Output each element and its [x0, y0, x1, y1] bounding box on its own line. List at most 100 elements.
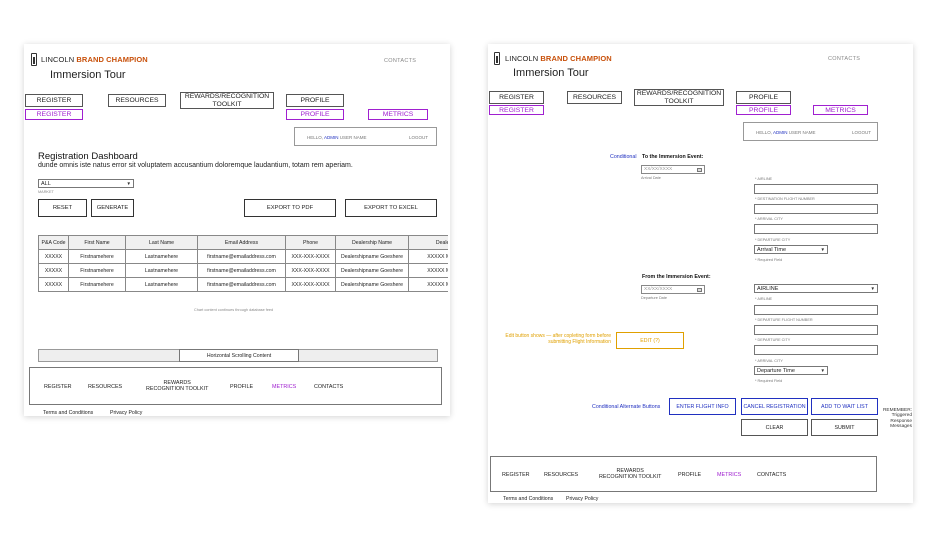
edit-button-note: Edit button shows — after copleting form… [505, 333, 611, 345]
export-excel-button[interactable]: EXPORT TO EXCEL [345, 199, 437, 217]
airline-label: * AIRLINE [755, 177, 773, 181]
chart-continues-note: Chart content continues through database… [194, 308, 274, 312]
airline-input[interactable] [754, 184, 878, 194]
nav-register-button[interactable]: REGISTER [25, 94, 83, 107]
column-header[interactable]: Email Address [197, 235, 286, 250]
footer-toolkit-link[interactable]: REWARDS RECOGNITION TOOLKIT [146, 380, 208, 392]
calendar-icon[interactable] [697, 287, 702, 292]
nav-profile-button[interactable]: PROFILE [736, 91, 791, 104]
registration-dashboard-panel: LINCOLN BRAND CHAMPION Immersion Tour CO… [24, 44, 450, 416]
conditional-alternate-buttons-label: Conditional Alternate Buttons [592, 404, 661, 410]
generate-button[interactable]: GENERATE [91, 199, 134, 217]
contacts-link[interactable]: CONTACTS [384, 58, 416, 64]
airline-select[interactable]: AIRLINE ▼ [754, 284, 878, 293]
footer-resources-link[interactable]: RESOURCES [544, 472, 578, 479]
footer-contacts-link[interactable]: CONTACTS [757, 472, 786, 479]
dashboard-title: Registration Dashboard [38, 151, 138, 162]
nav-register-button[interactable]: REGISTER [489, 91, 544, 104]
departure-time-select[interactable]: Departure Time ▼ [754, 366, 828, 375]
registrations-table: P&A Code First Name Last Name Email Addr… [38, 235, 448, 292]
footer-nav: REGISTER RESOURCES REWARDS RECOGNITION T… [29, 367, 442, 405]
footer-register-link[interactable]: REGISTER [502, 472, 530, 479]
add-to-wait-list-button[interactable]: ADD TO WAIT LIST [811, 398, 878, 415]
privacy-link[interactable]: Privacy Policy [110, 410, 142, 416]
table-row[interactable]: XXXXX Firstnamehere Lastnamehere firstname@… [38, 263, 448, 278]
table-header-row: P&A Code First Name Last Name Email Addr… [38, 235, 448, 250]
logout-link[interactable]: LOGOUT [409, 135, 428, 140]
user-greeting-box: HELLO, ADMIN USER NAME LOGOUT [743, 122, 878, 141]
arrival-city-input[interactable] [754, 224, 878, 234]
arrival-city-label: * ARRIVAL CITY [755, 217, 783, 221]
nav-metrics-button[interactable]: METRICS [813, 105, 868, 115]
calendar-icon[interactable] [697, 167, 702, 172]
table-row[interactable]: XXXXX Firstnamehere Lastnamehere firstname@… [38, 277, 448, 292]
column-header[interactable]: Last Name [125, 235, 198, 250]
scrollbar-thumb[interactable]: Horizontal Scrolling Content [179, 349, 299, 362]
chevron-down-icon: ▼ [870, 286, 875, 291]
cancel-registration-button[interactable]: CANCEL REGISTRATION [741, 398, 808, 415]
nav-toolkit-button[interactable]: REWARDS/RECOGNITION TOOLKIT [180, 92, 274, 109]
destination-flight-number-input[interactable] [754, 204, 878, 214]
privacy-link[interactable]: Privacy Policy [566, 496, 598, 502]
footer-contacts-link[interactable]: CONTACTS [314, 384, 343, 391]
terms-link[interactable]: Terms and Conditions [43, 410, 93, 416]
column-header[interactable]: First Name [68, 235, 126, 250]
arrival-city-label: * ARRIVAL CITY [755, 359, 783, 363]
lincoln-logo-icon [494, 52, 500, 65]
brand-title: LINCOLN BRAND CHAMPION [41, 55, 148, 64]
table-row[interactable]: XXXXX Firstnamehere Lastnamehere firstname@… [38, 249, 448, 264]
footer-resources-link[interactable]: RESOURCES [88, 384, 122, 391]
nav-metrics-button[interactable]: METRICS [368, 109, 428, 120]
departure-city-label: * DEPARTURE CITY [755, 338, 791, 342]
departure-date-input[interactable]: XX/XX/XXXX [641, 285, 705, 294]
footer-toolkit-link[interactable]: REWARDS RECOGNITION TOOLKIT [599, 468, 661, 480]
destination-flight-number-label: * DESTINATION FLIGHT NUMBER [755, 197, 815, 201]
departure-date-label: Departure Date [641, 296, 667, 300]
departure-flight-number-input[interactable] [754, 325, 878, 335]
arrival-date-label: Arrival Date [641, 176, 661, 180]
export-pdf-button[interactable]: EXPORT TO PDF [244, 199, 336, 217]
registrations-table-viewport: P&A Code First Name Last Name Email Addr… [38, 235, 448, 293]
column-header[interactable]: Phone [285, 235, 336, 250]
logout-link[interactable]: LOGOUT [852, 130, 871, 135]
footer-metrics-link[interactable]: METRICS [717, 472, 741, 479]
footer-profile-link[interactable]: PROFILE [678, 472, 701, 479]
clear-button[interactable]: CLEAR [741, 419, 808, 436]
chevron-down-icon: ▼ [820, 247, 825, 252]
arrival-time-select[interactable]: Arrival Time ▼ [754, 245, 828, 254]
nav-resources-button[interactable]: RESOURCES [108, 94, 166, 107]
flight-info-panel: LINCOLN BRAND CHAMPION Immersion Tour CO… [488, 44, 913, 503]
column-header[interactable]: Dealership Name [335, 235, 409, 250]
conditional-label: Conditional [610, 154, 637, 160]
required-field-note: * Required Field [755, 379, 783, 383]
footer-register-link[interactable]: REGISTER [44, 384, 72, 391]
submit-button[interactable]: SUBMIT [811, 419, 878, 436]
footer-metrics-link[interactable]: METRICS [272, 384, 296, 391]
user-greeting-box: HELLO, ADMIN USER NAME LOGOUT [294, 127, 437, 146]
footer-nav: REGISTER RESOURCES REWARDS RECOGNITION T… [490, 456, 877, 492]
airline-label: * AIRLINE [755, 297, 773, 301]
arrival-date-input[interactable]: XX/XX/XXXX [641, 165, 705, 174]
nav-register-active-button[interactable]: REGISTER [489, 105, 544, 115]
nav-profile-active-button[interactable]: PROFILE [286, 109, 344, 120]
reset-button[interactable]: RESET [38, 199, 87, 217]
enter-flight-info-button[interactable]: ENTER FLIGHT INFO [669, 398, 736, 415]
airline-input[interactable] [754, 305, 878, 315]
edit-button[interactable]: EDIT (?) [616, 332, 684, 349]
terms-link[interactable]: Terms and Conditions [503, 496, 553, 502]
column-header[interactable]: Dealer [408, 235, 448, 250]
nav-register-active-button[interactable]: REGISTER [25, 109, 83, 120]
footer-profile-link[interactable]: PROFILE [230, 384, 253, 391]
horizontal-scrollbar[interactable]: Horizontal Scrolling Content [38, 349, 438, 362]
nav-toolkit-button[interactable]: REWARDS/RECOGNITION TOOLKIT [634, 89, 724, 106]
to-event-heading: To the Immersion Event: [642, 154, 704, 160]
market-label: MARKET [38, 190, 54, 194]
market-select[interactable]: ALL ▼ [38, 179, 134, 188]
nav-profile-active-button[interactable]: PROFILE [736, 105, 791, 115]
nav-profile-button[interactable]: PROFILE [286, 94, 344, 107]
departure-city-input[interactable] [754, 345, 878, 355]
column-header[interactable]: P&A Code [38, 235, 69, 250]
required-field-note: * Required Field [755, 258, 783, 262]
contacts-link[interactable]: CONTACTS [828, 56, 860, 62]
nav-resources-button[interactable]: RESOURCES [567, 91, 622, 104]
